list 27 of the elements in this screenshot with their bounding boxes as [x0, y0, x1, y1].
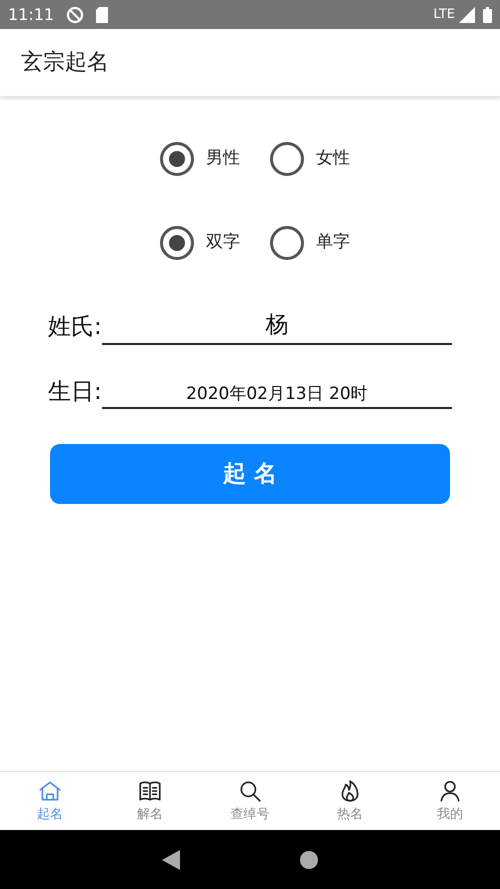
- input-field[interactable]: 杨: [102, 308, 452, 344]
- signal-icon: [459, 6, 475, 22]
- radio-label: 单字: [316, 231, 351, 254]
- field-label: 姓氏:: [48, 313, 102, 342]
- battery-icon: [483, 6, 492, 22]
- radio-button[interactable]: [160, 226, 194, 260]
- radio-label: 双字: [206, 231, 241, 254]
- nav-tab[interactable]: 查绰号: [200, 772, 300, 830]
- blocked-icon: [66, 6, 84, 24]
- nav-tab[interactable]: 起名: [0, 772, 100, 830]
- nav-tab[interactable]: 我的: [400, 772, 500, 830]
- nav-tab[interactable]: 解名: [100, 772, 200, 830]
- nav-tab[interactable]: 热名: [300, 772, 400, 830]
- radio-label: 男性: [206, 147, 241, 170]
- radio-button[interactable]: [160, 142, 194, 176]
- radio-label: 女性: [316, 147, 351, 170]
- sd-card-icon: [96, 6, 108, 22]
- status-time: 11:11: [8, 4, 54, 26]
- radio-button[interactable]: [270, 142, 304, 176]
- app-title: 玄宗起名: [21, 49, 109, 77]
- network-type: LTE: [433, 6, 455, 24]
- back-icon[interactable]: [162, 850, 180, 870]
- home-button-icon[interactable]: [300, 850, 318, 868]
- input-field[interactable]: 2020年02月13日 20时: [102, 382, 452, 409]
- submit-button[interactable]: 起 名: [50, 444, 450, 504]
- radio-button[interactable]: [270, 226, 304, 260]
- field-label: 生日:: [48, 378, 102, 406]
